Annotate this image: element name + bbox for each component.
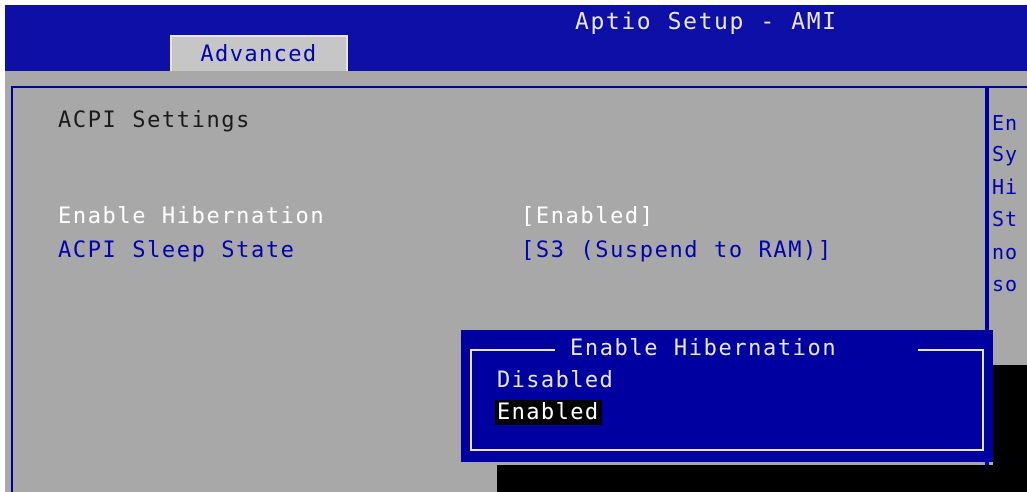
help-text-line: St (992, 207, 1019, 231)
setting-acpi-sleep-state-value[interactable]: [S3 (Suspend to RAM)] (521, 238, 833, 263)
header-bar: Aptio Setup - AMI (5, 5, 1027, 71)
option-popup: Enable Hibernation Disabled Enabled (461, 330, 993, 462)
setting-enable-hibernation-label[interactable]: Enable Hibernation (58, 204, 325, 229)
help-text-line: En (992, 111, 1019, 135)
setting-enable-hibernation-value[interactable]: [Enabled] (521, 204, 655, 229)
shadow-area (497, 465, 1027, 492)
help-text-line: Hi (992, 175, 1019, 199)
tab-advanced[interactable]: Advanced (170, 35, 348, 71)
popup-title: Enable Hibernation (570, 336, 838, 361)
popup-frame-top-right (918, 349, 984, 351)
option-disabled[interactable]: Disabled (497, 368, 614, 393)
section-title: ACPI Settings (58, 108, 251, 133)
help-text-line: no (992, 240, 1019, 264)
bios-screen: Aptio Setup - AMI Advanced ACPI Settings… (0, 0, 1027, 492)
help-text-line: so (992, 272, 1019, 296)
setting-acpi-sleep-state-label[interactable]: ACPI Sleep State (58, 238, 296, 263)
help-text-line: Sy (992, 142, 1019, 166)
popup-frame-top-left (470, 349, 555, 351)
option-enabled[interactable]: Enabled (495, 400, 602, 425)
app-title: Aptio Setup - AMI (575, 9, 838, 35)
